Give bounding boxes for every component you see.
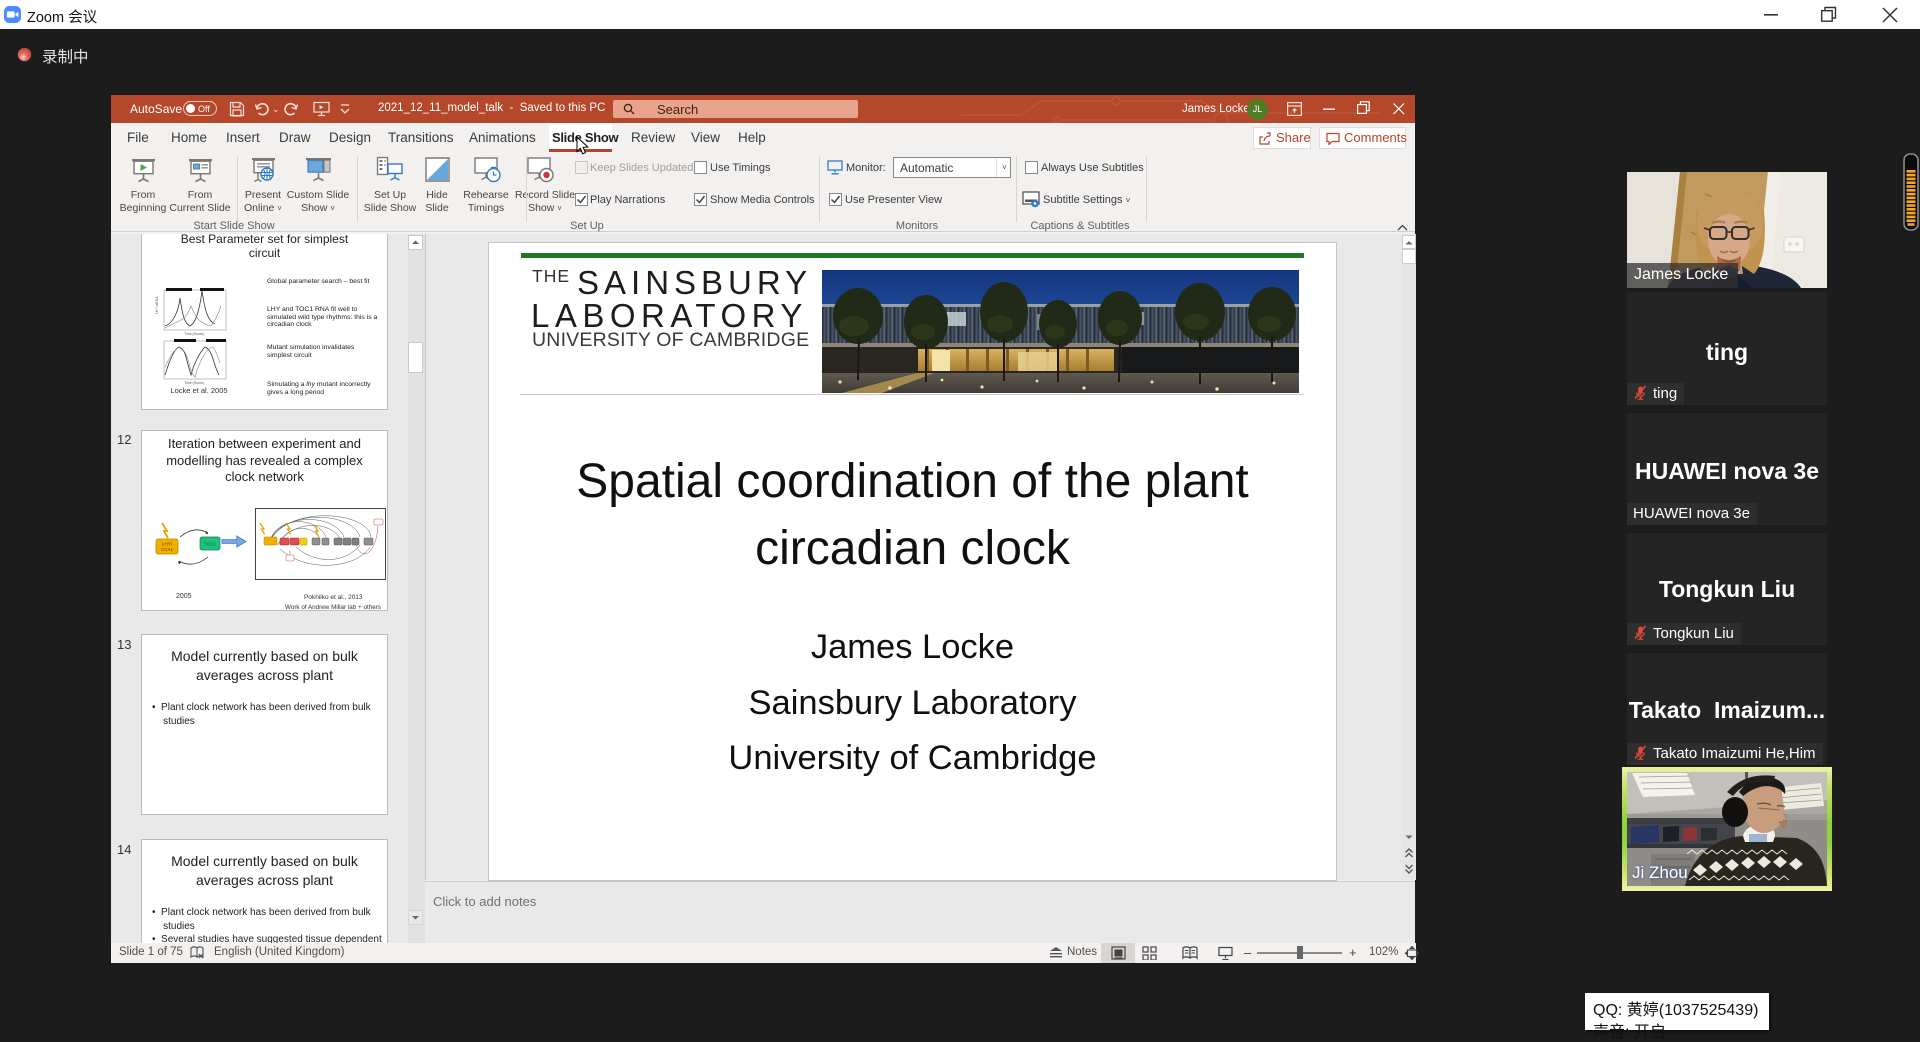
- svg-text:Time (Hours): Time (Hours): [184, 381, 204, 385]
- svg-text:Time (Hours): Time (Hours): [184, 332, 204, 336]
- svg-text:TOC1: TOC1: [204, 542, 216, 547]
- svg-text:LHY mRNA: LHY mRNA: [155, 296, 159, 314]
- svg-text:LHY/: LHY/: [162, 542, 173, 547]
- svg-text:CCA1: CCA1: [161, 547, 174, 552]
